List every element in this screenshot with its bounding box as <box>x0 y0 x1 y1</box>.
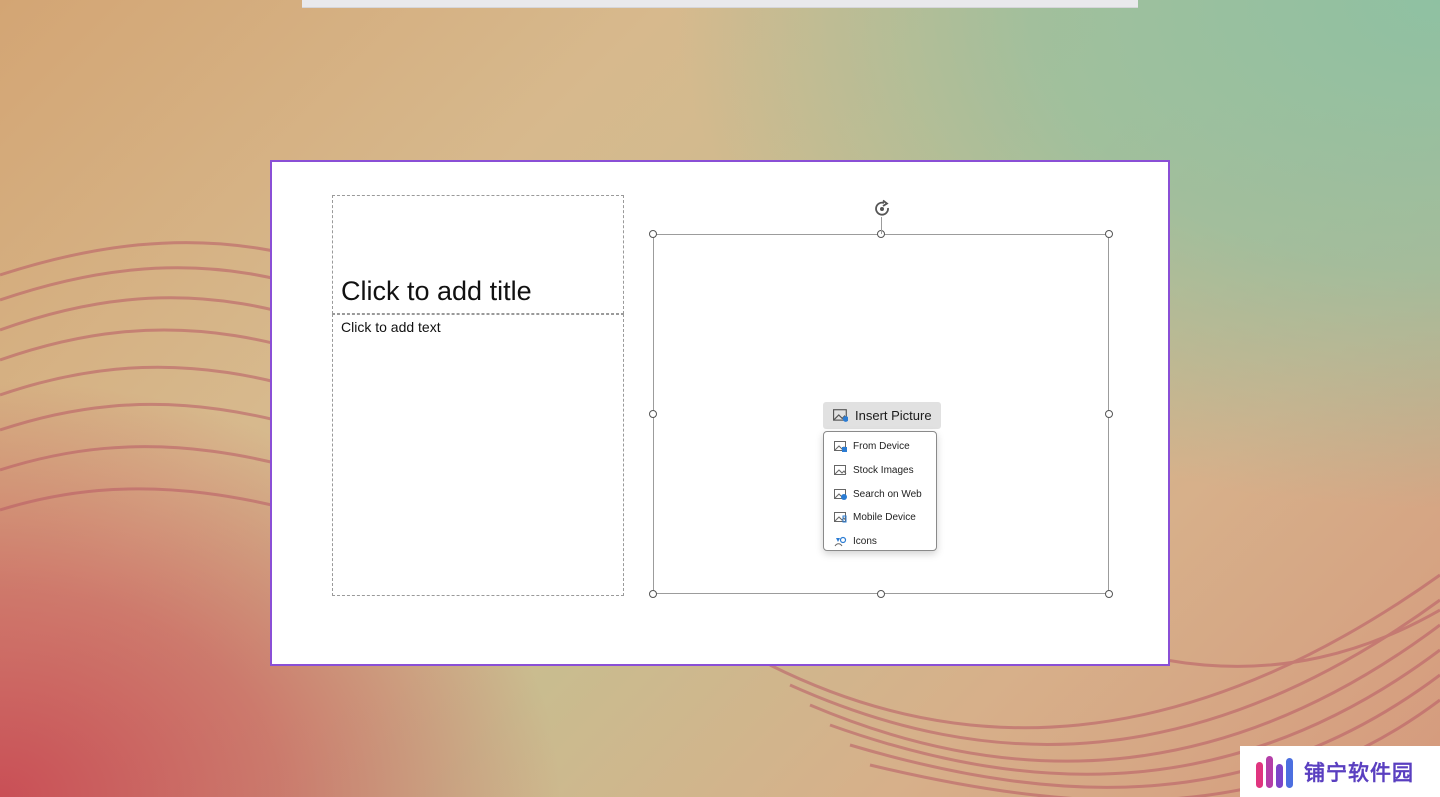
resize-handle-bottom-right[interactable] <box>1105 590 1113 598</box>
resize-handle-top-right[interactable] <box>1105 230 1113 238</box>
title-placeholder-text: Click to add title <box>341 276 532 306</box>
menu-item-mobile-device[interactable]: Mobile Device <box>824 506 936 530</box>
search-on-web-icon <box>834 488 847 500</box>
resize-handle-bottom-left[interactable] <box>649 590 657 598</box>
stock-images-icon <box>834 465 847 476</box>
menu-item-search-on-web[interactable]: Search on Web <box>824 482 936 506</box>
menu-item-label: Mobile Device <box>853 512 916 524</box>
watermark: 铺宁软件园 <box>1240 746 1440 797</box>
text-placeholder-text: Click to add text <box>341 319 441 335</box>
menu-item-label: Search on Web <box>853 488 922 500</box>
menu-item-from-device[interactable]: From Device <box>824 435 936 459</box>
icons-icon <box>834 536 847 547</box>
insert-picture-label: Insert Picture <box>855 408 932 423</box>
resize-handle-bottom[interactable] <box>877 590 885 598</box>
resize-handle-top-left[interactable] <box>649 230 657 238</box>
text-placeholder[interactable]: Click to add text <box>332 314 624 596</box>
title-placeholder[interactable]: Click to add title <box>332 195 624 314</box>
resize-handle-left[interactable] <box>649 410 657 418</box>
insert-picture-menu: From Device Stock Images Search on Web M… <box>823 431 937 551</box>
top-toolbar-strip <box>302 0 1138 8</box>
menu-item-label: Icons <box>853 536 877 548</box>
rotate-stem <box>881 217 882 234</box>
mobile-device-icon <box>834 512 847 523</box>
rotate-icon[interactable] <box>872 199 892 219</box>
picture-icon <box>833 409 848 422</box>
watermark-text: 铺宁软件园 <box>1304 760 1414 785</box>
from-device-icon <box>834 441 847 453</box>
resize-handle-right[interactable] <box>1105 410 1113 418</box>
menu-item-stock-images[interactable]: Stock Images <box>824 459 936 483</box>
menu-item-label: Stock Images <box>853 465 914 477</box>
slide-canvas[interactable]: Click to add title Click to add text Ins… <box>270 160 1170 666</box>
watermark-logo-icon <box>1256 755 1293 788</box>
menu-item-icons[interactable]: Icons <box>824 530 936 554</box>
insert-picture-button[interactable]: Insert Picture <box>823 402 941 429</box>
menu-item-label: From Device <box>853 441 910 453</box>
